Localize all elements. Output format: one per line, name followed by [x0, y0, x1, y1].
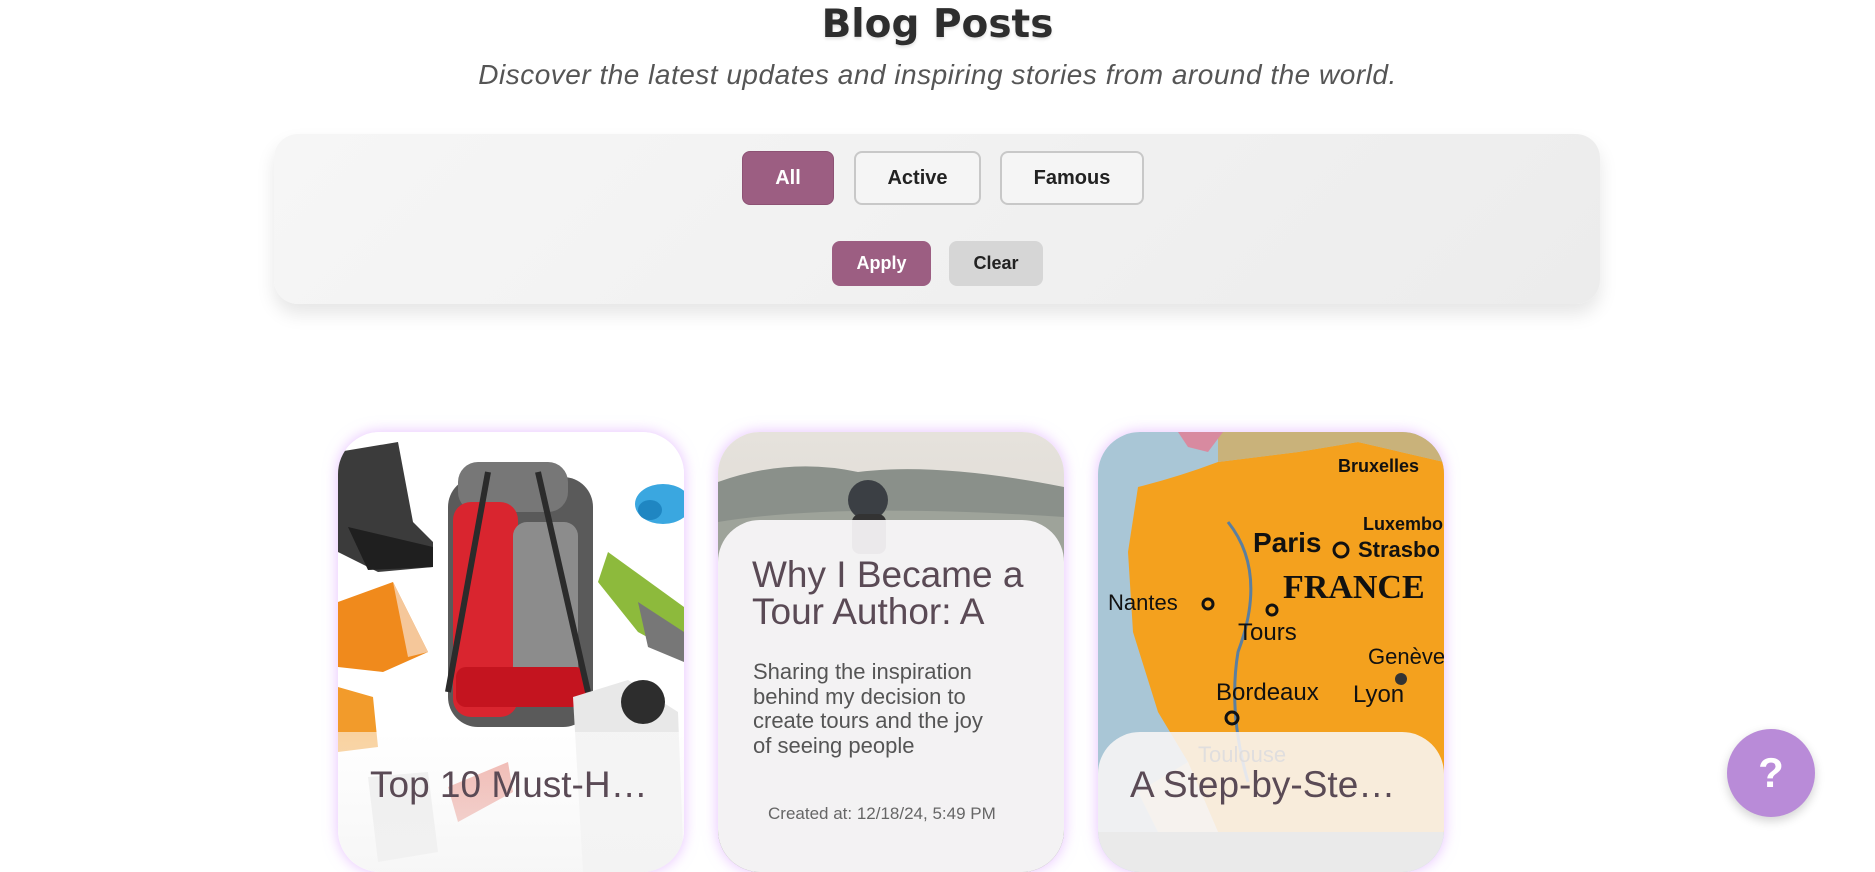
post-card[interactable]: Why I Became a Tour Author: A Sharing th… [718, 432, 1064, 872]
help-button[interactable]: ? [1727, 729, 1815, 817]
svg-text:Tours: Tours [1238, 619, 1297, 646]
post-created-date: Created at: 12/18/24, 5:49 PM [768, 804, 996, 823]
svg-text:FRANCE: FRANCE [1283, 569, 1425, 606]
post-title[interactable]: Top 10 Must-Have Gear [338, 764, 684, 806]
post-title[interactable]: A Step-by-Step Guide [1098, 764, 1444, 806]
apply-button[interactable]: Apply [832, 241, 931, 286]
filter-chip-active[interactable]: Active [854, 151, 981, 205]
svg-text:Strasbo: Strasbo [1358, 537, 1440, 562]
filter-chip-famous[interactable]: Famous [1000, 151, 1144, 205]
post-card[interactable]: Top 10 Must-Have Gear [338, 432, 684, 872]
clear-button[interactable]: Clear [949, 241, 1043, 286]
svg-text:Nantes: Nantes [1108, 590, 1178, 615]
svg-text:Bordeaux: Bordeaux [1216, 679, 1319, 706]
post-card[interactable]: Paris FRANCE Tours Nantes Bordeaux Lyon … [1098, 432, 1444, 872]
svg-text:Genève: Genève [1368, 644, 1444, 669]
svg-text:Bruxelles: Bruxelles [1338, 456, 1419, 476]
filter-chip-all[interactable]: All [742, 151, 834, 205]
svg-text:Luxembo: Luxembo [1363, 514, 1443, 534]
post-title[interactable]: Why I Became a Tour Author: A [752, 556, 1042, 630]
svg-text:Paris: Paris [1253, 527, 1322, 558]
page-title: Blog Posts [821, 2, 1054, 47]
page-subtitle: Discover the latest updates and inspirin… [478, 59, 1397, 90]
post-description: Sharing the inspiration behind my decisi… [753, 660, 983, 758]
svg-text:Lyon: Lyon [1353, 681, 1404, 708]
